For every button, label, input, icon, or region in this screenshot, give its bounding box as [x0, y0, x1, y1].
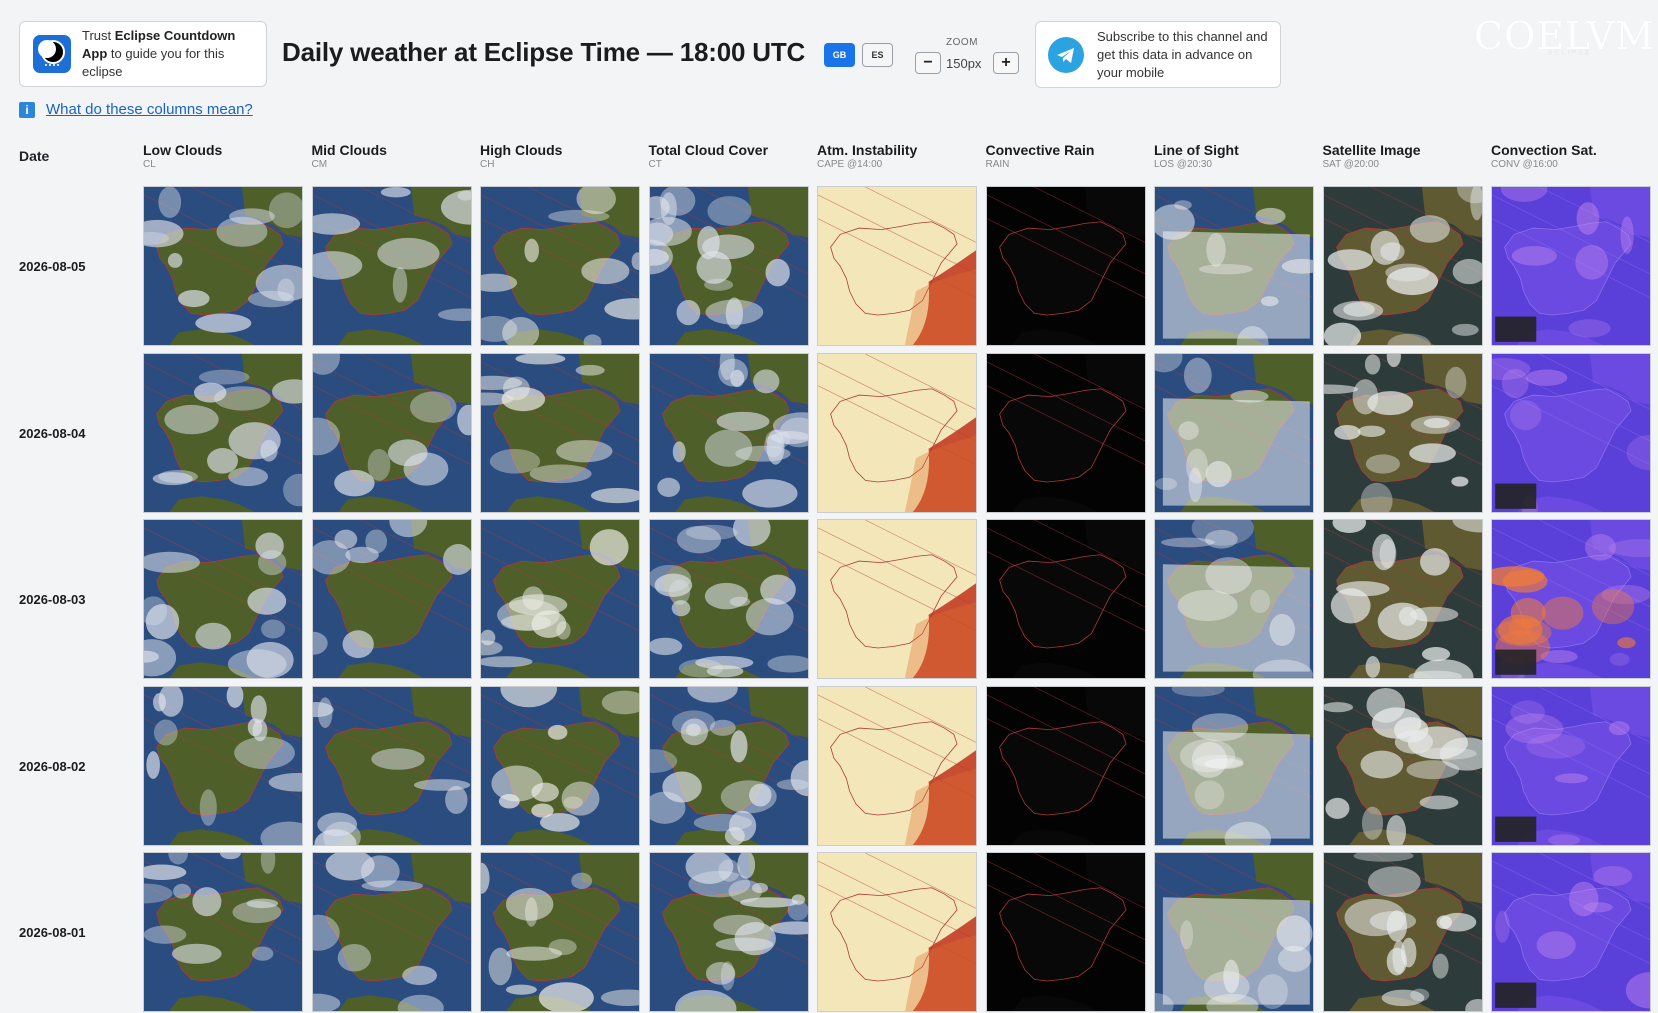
- map-tile-cloud-total[interactable]: [648, 186, 809, 346]
- eclipse-app-icon: [33, 35, 71, 73]
- column-code: CL: [143, 159, 156, 170]
- column-name: Mid Clouds: [311, 142, 387, 158]
- column-name: High Clouds: [480, 142, 563, 158]
- map-tile-cloud-high[interactable]: [480, 186, 640, 346]
- map-tile-cloud-mid[interactable]: [311, 852, 472, 1012]
- column-header-rain: Convective Rain RAIN: [986, 142, 1146, 170]
- map-tile-rain[interactable]: [985, 519, 1146, 679]
- telegram-icon: [1048, 36, 1084, 73]
- column-name: Convection Sat.: [1491, 142, 1597, 158]
- map-tile-cloud-high[interactable]: [480, 352, 640, 513]
- column-code: CT: [648, 159, 662, 170]
- map-tile-los[interactable]: [1154, 186, 1314, 346]
- map-tile-cape[interactable]: [817, 852, 977, 1012]
- column-name: Satellite Image: [1322, 142, 1421, 158]
- map-tile-conv[interactable]: [1491, 852, 1651, 1012]
- map-tile-cloud-mid[interactable]: [311, 352, 472, 513]
- column-name: Low Clouds: [143, 142, 223, 158]
- logo-subtitle: ECLIPSE: [1548, 50, 1592, 57]
- promo-text: Trust Eclipse Countdown App to guide you…: [82, 28, 236, 79]
- columns-help[interactable]: i What do these columns mean?: [19, 101, 253, 118]
- column-header-los: Line of Sight LOS @20:30: [1154, 142, 1314, 170]
- column-name: Total Cloud Cover: [648, 142, 769, 158]
- map-tile-rain[interactable]: [985, 186, 1146, 346]
- map-tile-los[interactable]: [1154, 852, 1314, 1012]
- map-tile-conv[interactable]: [1491, 685, 1651, 846]
- map-tile-cloud-total[interactable]: [648, 685, 809, 846]
- map-tile-cape[interactable]: [817, 685, 977, 846]
- map-tile-los[interactable]: [1154, 352, 1314, 513]
- column-code: CONV @16:00: [1491, 159, 1558, 170]
- map-tile-cloud-low[interactable]: [143, 186, 303, 346]
- map-tile-conv[interactable]: [1491, 519, 1651, 679]
- map-tile-rain[interactable]: [985, 685, 1146, 846]
- map-tile-cloud-low[interactable]: [143, 352, 303, 513]
- map-tile-cloud-total[interactable]: [648, 352, 809, 513]
- map-tile-los[interactable]: [1154, 519, 1314, 679]
- column-code: LOS @20:30: [1154, 159, 1212, 170]
- map-tile-sat[interactable]: [1322, 352, 1483, 513]
- map-tile-cloud-high[interactable]: [480, 519, 640, 679]
- zoom-out-button[interactable]: −: [915, 52, 941, 74]
- map-tile-sat[interactable]: [1322, 852, 1483, 1012]
- column-header-cloud-total: Total Cloud Cover CT: [649, 142, 809, 170]
- map-tile-los[interactable]: [1154, 685, 1314, 846]
- column-header-cloud-high: High Clouds CH: [480, 142, 640, 170]
- map-tile-cloud-high[interactable]: [480, 852, 640, 1012]
- info-icon: i: [19, 101, 35, 118]
- date-label: 2026-08-02: [19, 758, 86, 774]
- column-code: CH: [480, 159, 495, 170]
- column-code: CM: [311, 159, 328, 170]
- map-tile-rain[interactable]: [985, 352, 1146, 513]
- language-es-button[interactable]: ES: [862, 43, 893, 67]
- zoom-label: ZOOM: [946, 37, 978, 48]
- column-header-conv: Convection Sat. CONV @16:00: [1491, 142, 1651, 170]
- date-label: 2026-08-01: [19, 925, 86, 940]
- map-tile-cloud-low[interactable]: [143, 519, 303, 679]
- map-tile-cape[interactable]: [817, 519, 977, 679]
- language-gb-button[interactable]: GB: [824, 43, 855, 67]
- column-name: Line of Sight: [1154, 142, 1239, 158]
- column-header-sat: Satellite Image SAT @20:00: [1323, 142, 1483, 170]
- zoom-value: 150px: [946, 56, 982, 71]
- map-tile-sat[interactable]: [1322, 186, 1483, 346]
- map-tile-cloud-low[interactable]: [143, 685, 303, 846]
- date-label: 2026-08-04: [19, 425, 86, 441]
- map-tile-cloud-high[interactable]: [480, 685, 640, 846]
- telegram-text: Subscribe to this channel and get this d…: [1097, 28, 1268, 80]
- map-tile-cloud-total[interactable]: [648, 519, 809, 679]
- columns-help-link[interactable]: What do these columns mean?: [46, 101, 253, 118]
- page-title: Daily weather at Eclipse Time — 18:00 UT…: [282, 37, 806, 67]
- date-label: 2026-08-03: [19, 592, 86, 607]
- telegram-subscribe-card[interactable]: Subscribe to this channel and get this d…: [1035, 21, 1281, 88]
- map-tile-cape[interactable]: [817, 186, 977, 346]
- eclipse-app-promo[interactable]: Trust Eclipse Countdown App to guide you…: [19, 21, 267, 87]
- map-tile-cloud-low[interactable]: [143, 852, 303, 1012]
- column-code: SAT @20:00: [1322, 159, 1379, 170]
- zoom-in-button[interactable]: +: [993, 52, 1019, 74]
- map-tile-sat[interactable]: [1322, 685, 1483, 846]
- map-tile-cloud-total[interactable]: [648, 852, 809, 1012]
- column-header-cloud-low: Low Clouds CL: [143, 142, 303, 170]
- map-tile-cloud-mid[interactable]: [311, 519, 472, 679]
- map-tile-sat[interactable]: [1322, 519, 1483, 679]
- map-tile-cloud-mid[interactable]: [311, 685, 472, 846]
- column-name: Convective Rain: [985, 142, 1095, 158]
- column-header-cape: Atm. Instability CAPE @14:00: [817, 142, 977, 170]
- date-column-header: Date: [19, 148, 50, 164]
- column-code: CAPE @14:00: [817, 159, 883, 170]
- map-tile-rain[interactable]: [985, 852, 1146, 1012]
- column-name: Atm. Instability: [817, 142, 918, 158]
- map-tile-conv[interactable]: [1491, 352, 1651, 513]
- column-header-cloud-mid: Mid Clouds CM: [312, 142, 472, 170]
- map-tile-cape[interactable]: [817, 352, 977, 513]
- map-tile-cloud-mid[interactable]: [311, 186, 472, 346]
- column-code: RAIN: [985, 159, 1010, 170]
- map-tile-conv[interactable]: [1491, 186, 1651, 346]
- date-label: 2026-08-05: [19, 259, 86, 274]
